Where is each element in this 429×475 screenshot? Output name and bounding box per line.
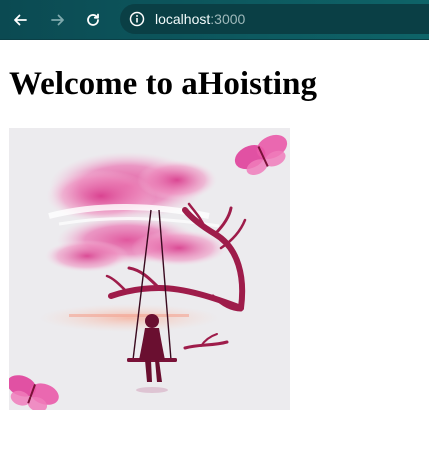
address-bar[interactable]: localhost:3000 bbox=[120, 4, 429, 34]
page-content: Welcome to aHoisting bbox=[0, 40, 429, 475]
url-port: :3000 bbox=[210, 11, 246, 27]
forward-arrow-icon bbox=[50, 12, 66, 28]
info-icon[interactable] bbox=[128, 10, 146, 28]
browser-toolbar: localhost:3000 bbox=[0, 0, 429, 40]
forward-button[interactable] bbox=[45, 7, 71, 33]
url-host: localhost bbox=[155, 11, 211, 27]
back-arrow-icon bbox=[12, 12, 28, 28]
reload-button[interactable] bbox=[80, 7, 106, 33]
girl-on-swing-illustration bbox=[9, 128, 290, 410]
back-button[interactable] bbox=[7, 7, 33, 33]
url-text[interactable]: localhost:3000 bbox=[155, 11, 245, 27]
page-title: Welcome to aHoisting bbox=[9, 66, 317, 102]
reload-icon bbox=[85, 12, 101, 28]
